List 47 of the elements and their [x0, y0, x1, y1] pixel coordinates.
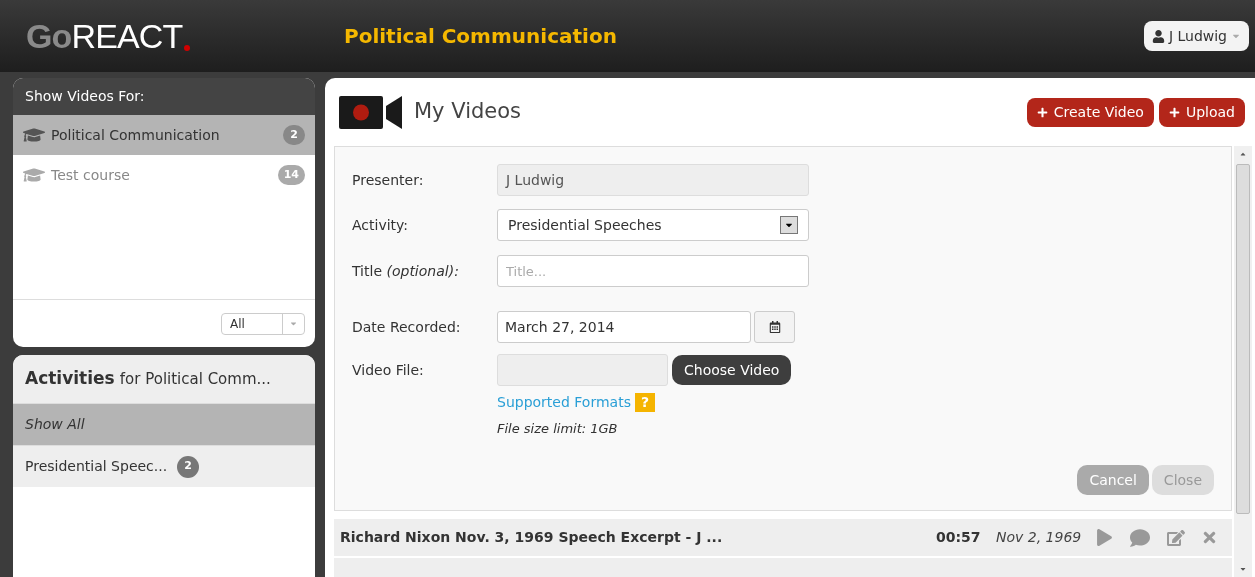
- activity-item[interactable]: Show All: [13, 403, 315, 445]
- activity-item[interactable]: Presidential Speec... 2: [13, 445, 315, 487]
- panel-title: Activities for Political Comm...: [25, 367, 271, 391]
- logo: GoREACT: [26, 19, 183, 53]
- add-button[interactable]: Create Video: [1026, 97, 1154, 127]
- add-button[interactable]: Upload: [1158, 97, 1245, 127]
- choose-video-button[interactable]: Choose Video: [672, 355, 792, 385]
- field-label: Video File:: [352, 360, 425, 380]
- course-title: Political Communication: [344, 23, 617, 50]
- date-field[interactable]: March 27, 2014: [497, 311, 751, 343]
- video-row[interactable]: Richard Nixon Nov. 3, 1969 Speech Excerpt - J ... 00:57 Nov 2, 1969: [334, 519, 1232, 556]
- caret-icon: [289, 319, 298, 328]
- scroll-thumb[interactable]: [1236, 164, 1250, 514]
- user-icon: [1151, 29, 1165, 43]
- calendar-icon: [768, 321, 781, 333]
- field-label: Title (optional):: [352, 261, 460, 281]
- field-label: Activity:: [352, 215, 410, 235]
- panel-title: Show Videos For:: [25, 87, 145, 106]
- count-badge: 14: [277, 165, 305, 185]
- graduation-cap-icon: [23, 126, 45, 144]
- play-icon[interactable]: [1096, 529, 1113, 546]
- video-date: Nov 2, 1969: [996, 528, 1083, 547]
- course-item[interactable]: Political Communication 2: [13, 115, 315, 155]
- scroll-down-icon[interactable]: [1239, 565, 1247, 573]
- comment-icon[interactable]: [1129, 527, 1151, 548]
- calendar-button[interactable]: [754, 311, 795, 343]
- page-title: My Videos: [414, 98, 521, 126]
- count-badge: 2: [177, 455, 200, 478]
- video-duration: 00:57: [936, 528, 982, 547]
- presenter-field[interactable]: J Ludwig: [497, 164, 809, 196]
- video-camera-icon: [339, 95, 402, 129]
- user-menu[interactable]: J Ludwig: [1143, 21, 1249, 51]
- edit-icon[interactable]: [1167, 528, 1185, 547]
- video-title: Richard Nixon Nov. 3, 1969 Speech Excerpt - J ...: [340, 528, 724, 547]
- plus-icon: [1036, 106, 1048, 118]
- title-field[interactable]: Title...: [497, 255, 809, 287]
- graduation-cap-icon: [23, 166, 45, 184]
- file-field[interactable]: [497, 354, 668, 386]
- file-size-note: File size limit: 1GB: [497, 420, 619, 438]
- activity-select[interactable]: Presidential Speeches: [497, 209, 809, 241]
- plus-icon: [1168, 106, 1180, 118]
- field-label: Presenter:: [352, 170, 425, 190]
- delete-icon[interactable]: [1201, 529, 1218, 546]
- scroll-up-icon[interactable]: [1239, 150, 1247, 158]
- count-badge: 2: [283, 125, 305, 145]
- filter-dropdown[interactable]: All: [221, 312, 305, 335]
- field-label: Date Recorded:: [352, 317, 462, 337]
